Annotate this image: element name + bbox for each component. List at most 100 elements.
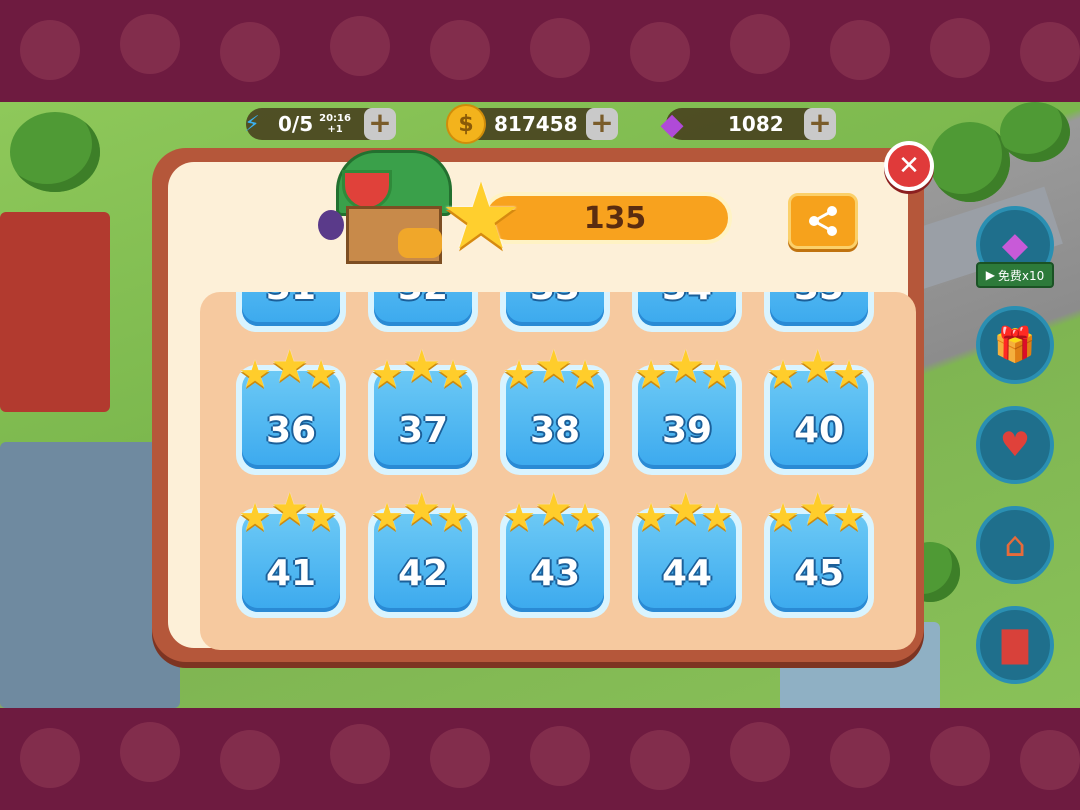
star-icon: ★ <box>238 352 273 396</box>
star-icon: ★ <box>370 352 405 396</box>
level-number: 43 <box>529 553 581 594</box>
coin-icon: $ <box>446 104 486 144</box>
level-number: 37 <box>397 410 449 451</box>
level-tile-34[interactable]: 34★★★ <box>632 292 742 332</box>
star-icon: ★ <box>634 495 669 539</box>
level-tile-face: 35 <box>770 292 868 326</box>
star-icon: ★ <box>304 352 339 396</box>
star-icon: ★ <box>766 352 801 396</box>
level-tile-45[interactable]: 45 ★ ★ ★ <box>764 488 874 618</box>
bottom-pattern-band <box>0 708 1080 810</box>
energy-counter: ⚡ 0/5 20:16 +1 + <box>244 108 396 140</box>
gift-button[interactable]: 🎁 <box>976 306 1054 384</box>
add-gems-button[interactable]: + <box>804 108 836 140</box>
level-tile-face: 31 <box>242 292 340 326</box>
level-tile-face: 34 <box>638 292 736 326</box>
add-coins-button[interactable]: + <box>586 108 618 140</box>
level-tile-face: 33 <box>506 292 604 326</box>
book-icon: ▇ <box>1001 625 1029 665</box>
gem-counter: ◆ 1082 + <box>660 107 836 142</box>
share-icon <box>809 206 837 236</box>
level-stars: ★ ★ ★ <box>500 488 610 538</box>
star-icon: ★ <box>238 495 273 539</box>
lightning-icon: ⚡ <box>244 111 260 137</box>
star-icon: ★ <box>436 352 471 396</box>
star-icon: ★ <box>502 495 537 539</box>
star-icon: ★ <box>439 163 523 270</box>
star-icon: ★ <box>700 352 735 396</box>
star-icon: ★ <box>568 352 603 396</box>
gem-icon: ◆ <box>660 106 684 142</box>
level-stars: ★ ★ ★ <box>236 488 346 538</box>
level-tile-38[interactable]: 38 ★ ★ ★ <box>500 345 610 475</box>
level-stars: ★ ★ ★ <box>632 488 742 538</box>
level-stars: ★ ★ ★ <box>764 345 874 395</box>
level-tile-39[interactable]: 39 ★ ★ ★ <box>632 345 742 475</box>
level-tile-40[interactable]: 40 ★ ★ ★ <box>764 345 874 475</box>
energy-timer: 20:16 +1 <box>319 113 351 135</box>
level-stars: ★ ★ ★ <box>368 488 478 538</box>
shop-icon: ⌂ <box>1004 525 1026 565</box>
level-number: 42 <box>397 553 449 594</box>
level-number: 45 <box>793 553 845 594</box>
level-tile-32[interactable]: 32★★★ <box>368 292 478 332</box>
level-number: 35 <box>794 292 844 308</box>
coin-counter: $ 817458 + <box>446 104 618 144</box>
level-grid-panel[interactable]: 31★★★32★★★33★★★34★★★35★★★36★★★37★★★38★★★… <box>200 292 916 650</box>
level-tile-31[interactable]: 31★★★ <box>236 292 346 332</box>
level-tile-35[interactable]: 35★★★ <box>764 292 874 332</box>
shop-button[interactable]: ⌂ <box>976 506 1054 584</box>
level-tile-41[interactable]: 41 ★ ★ ★ <box>236 488 346 618</box>
level-number: 36 <box>265 410 317 451</box>
level-number: 41 <box>265 553 317 594</box>
level-tile-33[interactable]: 33★★★ <box>500 292 610 332</box>
level-tile-36[interactable]: 36 ★ ★ ★ <box>236 345 346 475</box>
level-number: 34 <box>662 292 712 308</box>
star-icon: ★ <box>832 495 867 539</box>
close-button[interactable]: ✕ <box>884 141 934 191</box>
video-icon: ▶ <box>985 268 995 282</box>
level-number: 38 <box>529 410 581 451</box>
star-icon: ★ <box>436 495 471 539</box>
star-icon: ★ <box>304 495 339 539</box>
free-video-tag[interactable]: ▶ 免费x10 <box>976 262 1054 288</box>
gem-value: 1082 <box>728 112 784 136</box>
level-tile-44[interactable]: 44 ★ ★ ★ <box>632 488 742 618</box>
star-icon: ★ <box>700 495 735 539</box>
level-tile-37[interactable]: 37 ★ ★ ★ <box>368 345 478 475</box>
level-stars: ★ ★ ★ <box>764 488 874 538</box>
gem-pile-icon: ◆ <box>1001 225 1029 265</box>
gift-icon: 🎁 <box>993 325 1037 365</box>
level-number: 44 <box>661 553 713 594</box>
energy-value: 0/5 <box>278 112 314 136</box>
compass-button[interactable]: ♥ <box>976 406 1054 484</box>
share-button[interactable] <box>788 193 858 249</box>
add-energy-button[interactable]: + <box>364 108 396 140</box>
recipe-book-button[interactable]: ▇ <box>976 606 1054 684</box>
star-icon: ★ <box>568 495 603 539</box>
fruit-stall-icon <box>318 140 452 270</box>
coin-value: 817458 <box>494 112 578 136</box>
star-icon: ★ <box>832 352 867 396</box>
level-stars: ★ ★ ★ <box>632 345 742 395</box>
energy-timer-text: 20:16 <box>319 113 351 124</box>
free-video-label: 免费x10 <box>997 268 1045 283</box>
level-tile-face: 32 <box>374 292 472 326</box>
level-tile-42[interactable]: 42 ★ ★ ★ <box>368 488 478 618</box>
level-tile-43[interactable]: 43 ★ ★ ★ <box>500 488 610 618</box>
heart-compass-icon: ♥ <box>999 425 1031 465</box>
star-total-value: 135 <box>583 200 647 236</box>
level-number: 40 <box>793 410 845 451</box>
level-stars: ★ ★ ★ <box>236 345 346 395</box>
level-stars: ★ ★ ★ <box>500 345 610 395</box>
top-pattern-band <box>0 0 1080 102</box>
level-stars: ★ ★ ★ <box>368 345 478 395</box>
level-number: 32 <box>398 292 448 308</box>
star-icon: ★ <box>634 352 669 396</box>
level-number: 33 <box>530 292 580 308</box>
star-icon: ★ <box>370 495 405 539</box>
star-icon: ★ <box>502 352 537 396</box>
close-icon: ✕ <box>898 151 920 181</box>
energy-bonus-text: +1 <box>327 124 343 135</box>
level-number: 39 <box>661 410 713 451</box>
